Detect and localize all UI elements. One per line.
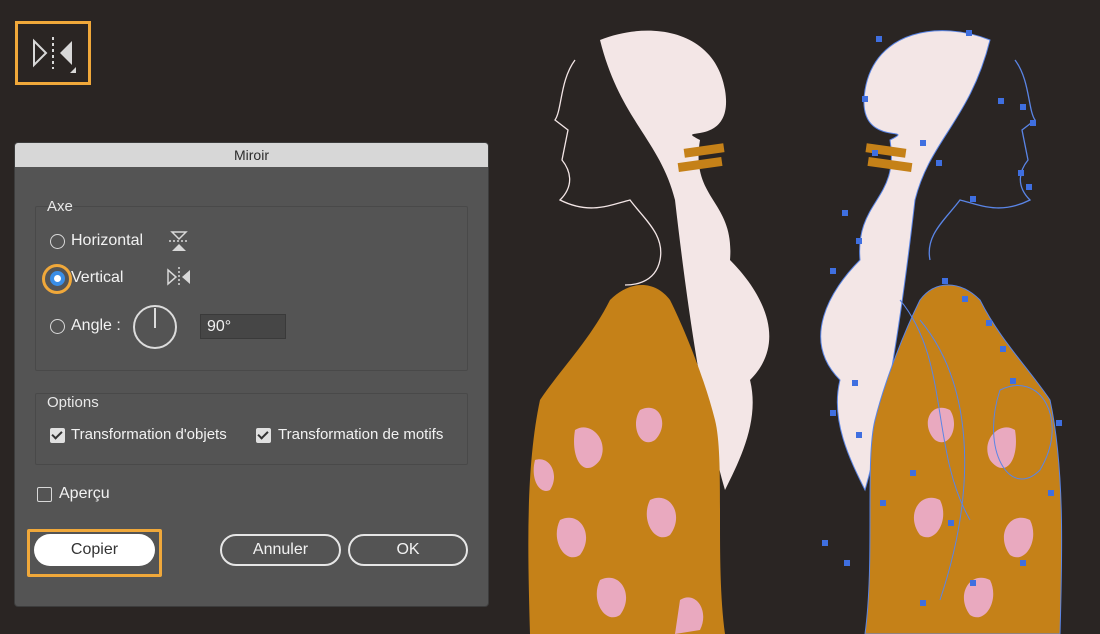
- preview-checkbox[interactable]: [37, 487, 52, 502]
- reflect-dialog: Miroir Axe Horizontal Vertical Angle : 9…: [15, 143, 488, 606]
- axis-legend: Axe: [47, 198, 73, 215]
- original-figure: [528, 30, 770, 634]
- ok-button[interactable]: OK: [348, 534, 468, 566]
- angle-radio[interactable]: [50, 319, 65, 334]
- preview-label: Aperçu: [59, 485, 110, 502]
- dialog-titlebar: Miroir: [15, 143, 488, 167]
- reflected-figure: [820, 30, 1063, 634]
- vertical-axis-icon: [167, 267, 190, 287]
- cancel-button[interactable]: Annuler: [220, 534, 341, 566]
- horizontal-axis-icon: [169, 231, 189, 251]
- copy-button[interactable]: Copier: [34, 534, 155, 566]
- transform-patterns-checkbox[interactable]: [256, 428, 271, 443]
- horizontal-label: Horizontal: [71, 232, 144, 249]
- angle-input[interactable]: 90°: [200, 314, 286, 339]
- horizontal-radio[interactable]: [50, 234, 65, 249]
- transform-objects-label: Transformation d'objets: [71, 426, 227, 443]
- artwork-canvas: [528, 30, 1063, 634]
- reflect-tool-button[interactable]: [15, 21, 91, 85]
- dialog-title: Miroir: [234, 147, 269, 163]
- options-legend: Options: [47, 394, 99, 411]
- reflect-tool-icon: [33, 37, 76, 73]
- transform-patterns-label: Transformation de motifs: [278, 426, 444, 443]
- axis-group: [35, 206, 468, 371]
- angle-dial[interactable]: [133, 305, 177, 349]
- transform-objects-checkbox[interactable]: [50, 428, 65, 443]
- angle-label: Angle :: [71, 317, 121, 334]
- vertical-radio[interactable]: [50, 271, 65, 286]
- vertical-label: Vertical: [71, 269, 124, 286]
